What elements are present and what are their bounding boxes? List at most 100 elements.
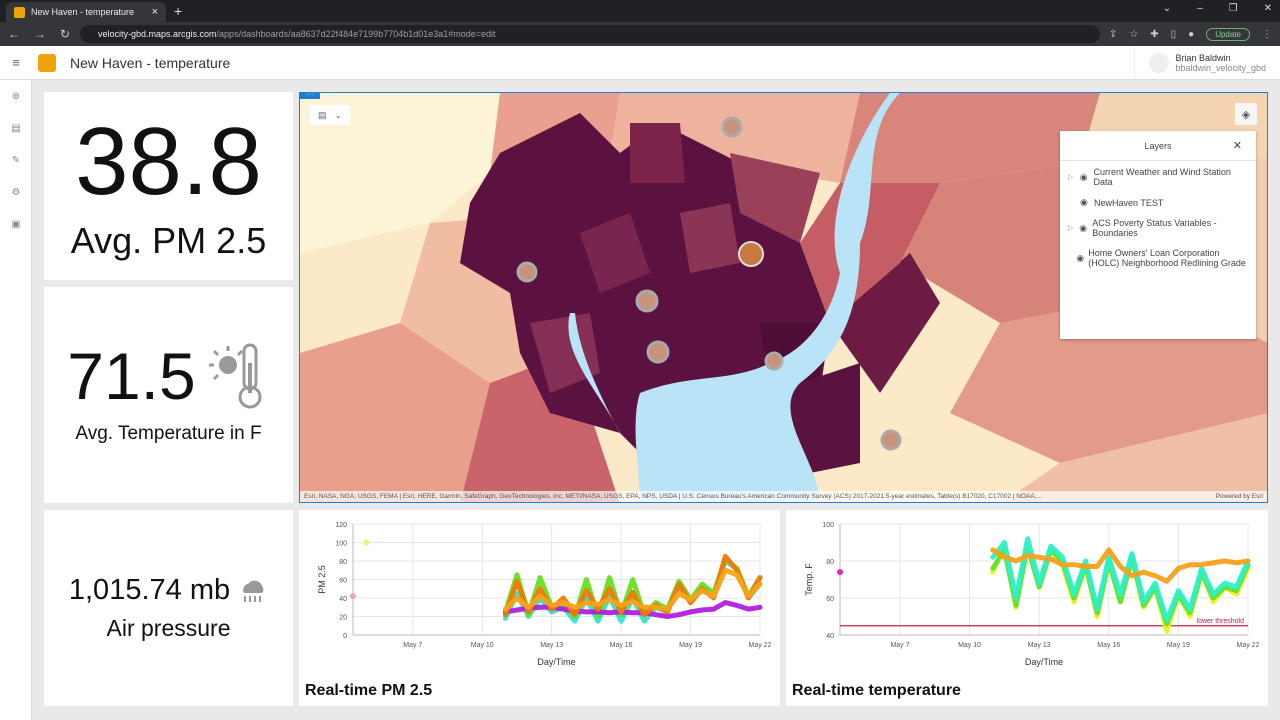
window-controls: ⌄ – ❐ ✕ (1163, 3, 1272, 14)
close-window-icon[interactable]: ✕ (1264, 3, 1272, 14)
url-host: velocity-gbd.maps.arcgis.com (98, 29, 217, 39)
indicator-label: Avg. PM 2.5 (70, 220, 267, 261)
eye-icon[interactable]: ◉ (1080, 197, 1090, 208)
layers-stack-icon[interactable]: ◈ (1235, 103, 1257, 125)
indicator-label: Avg. Temperature in F (75, 423, 262, 444)
chevron-down-icon[interactable]: ⌄ (1163, 3, 1171, 14)
eye-icon[interactable]: ◉ (1080, 172, 1090, 183)
y-tick-label: 120 (335, 522, 347, 529)
close-tab-icon[interactable]: × (152, 6, 158, 18)
chart-title: Real-time PM 2.5 (305, 682, 433, 699)
data-point (837, 569, 843, 576)
indicator-air-pressure: 1,015.74 mb Air pressure (44, 510, 293, 706)
map-legend-dropdown[interactable]: ▤ ⌄ (310, 105, 350, 125)
x-tick-label: May 7 (403, 642, 422, 649)
layers-title: Layers (1144, 140, 1172, 151)
save-icon[interactable]: ▣ (0, 208, 32, 240)
hamburger-menu-icon[interactable]: ≡ (0, 55, 32, 70)
user-handle: bbaldwin_velocity_gbd (1175, 62, 1266, 73)
chevron-down-icon: ⌄ (334, 109, 343, 120)
indicator-temperature: 71.5 Avg. Temperature in F (44, 287, 293, 503)
pm25-chart[interactable]: 0 20 40 60 80 100 120 May 7 May 10 May 13 May 16 Ma… (299, 510, 780, 675)
url-field[interactable]: velocity-gbd.maps.arcgis.com/apps/dashbo… (80, 25, 1100, 43)
layer-item[interactable]: ▷ ◉ Current Weather and Wind Station Data (1060, 161, 1256, 191)
x-tick-label: May 22 (1237, 642, 1260, 649)
indicator-value: 1,015.74 mb (68, 574, 231, 606)
edit-sidebar: ⊕ ▤ ✎ ⚙ ▣ (0, 80, 32, 720)
eye-icon[interactable]: ◉ (1076, 253, 1084, 264)
back-icon[interactable]: ← (8, 27, 20, 41)
expand-icon[interactable]: ▷ (1068, 224, 1075, 232)
y-tick-label: 60 (826, 596, 834, 603)
layer-item[interactable]: ▷ ◉ ACS Poverty Status Variables - Boundar… (1060, 212, 1256, 242)
layer-label: NewHaven TEST (1094, 197, 1164, 208)
share-icon[interactable]: ⇪ (1109, 29, 1117, 40)
update-button[interactable]: Update (1206, 27, 1250, 41)
app-header: ≡ New Haven - temperature Brian Baldwin b… (0, 46, 1280, 80)
x-tick-label: May 19 (679, 642, 702, 649)
avatar (1149, 52, 1170, 73)
y-tick-label: 20 (339, 615, 347, 622)
x-tick-label: May 16 (610, 642, 633, 649)
widget-options-icon[interactable]: ··· (300, 93, 320, 99)
y-tick-label: 80 (339, 559, 347, 566)
powered-by-esri[interactable]: Powered by Esri (1216, 493, 1263, 500)
extensions-icon[interactable]: ✚ (1150, 29, 1158, 40)
threshold-label: lower threshold (1197, 618, 1245, 625)
restore-icon[interactable]: ❐ (1229, 3, 1238, 14)
x-tick-label: May 13 (540, 642, 563, 649)
x-tick-label: May 19 (1167, 642, 1190, 649)
temperature-chart[interactable]: 40 60 80 100 May 7 May 10 May 13 May 16 May 19 Ma… (786, 510, 1268, 675)
reload-icon[interactable]: ↻ (60, 27, 70, 41)
browser-tab[interactable]: New Haven - temperature × (6, 2, 166, 22)
minimize-icon[interactable]: – (1197, 3, 1203, 14)
address-bar: ← → ↻ velocity-gbd.maps.arcgis.com/apps/da… (0, 22, 1280, 46)
map-view[interactable]: ··· ▤ ⌄ ◈ Layers ✕ ▷ ◉ Current Weather and W… (299, 92, 1268, 503)
url-path: /apps/dashboards/aa8637d22f484e7199b7704… (216, 29, 496, 39)
temperature-chart-panel: 40 60 80 100 May 7 May 10 May 13 May 16 May 19 Ma… (786, 510, 1268, 706)
y-tick-label: 80 (826, 559, 834, 566)
y-axis-label: Temp. F (804, 563, 814, 596)
sun-thermometer-icon (208, 343, 262, 409)
layout-icon[interactable]: ▤ (0, 112, 32, 144)
add-element-icon[interactable]: ⊕ (0, 80, 32, 112)
chart-title: Real-time temperature (792, 682, 961, 699)
y-tick-label: 40 (826, 633, 834, 640)
layer-item[interactable]: ◉ NewHaven TEST (1060, 191, 1256, 212)
dashboards-logo (38, 53, 56, 72)
menu-icon[interactable]: ⋮ (1262, 29, 1272, 40)
y-tick-label: 100 (335, 541, 347, 548)
user-menu[interactable]: Brian Baldwin bbaldwin_velocity_gbd (1134, 46, 1280, 79)
x-tick-label: May 13 (1028, 642, 1051, 649)
browser-tab-bar: New Haven - temperature × + ⌄ – ❐ ✕ (0, 0, 1280, 22)
profile-icon[interactable]: ● (1188, 29, 1194, 40)
settings-icon[interactable]: ⚙ (0, 176, 32, 208)
dashboard-title: New Haven - temperature (70, 54, 231, 71)
x-axis-label: Day/Time (1025, 657, 1063, 667)
y-tick-label: 60 (339, 578, 347, 585)
x-axis-label: Day/Time (537, 657, 575, 667)
layer-label: Current Weather and Wind Station Data (1093, 167, 1231, 187)
layer-label: ACS Poverty Status Variables - Boundarie… (1092, 218, 1217, 238)
forward-icon[interactable]: → (34, 27, 46, 41)
y-tick-label: 100 (822, 522, 834, 529)
tab-title: New Haven - temperature (31, 7, 135, 17)
theme-icon[interactable]: ✎ (0, 144, 32, 176)
x-tick-label: May 10 (958, 642, 981, 649)
new-tab-button[interactable]: + (174, 3, 182, 19)
dashboard-favicon-icon (14, 6, 25, 18)
sidebar-icon[interactable]: ▯ (1171, 29, 1177, 40)
map-attribution: Esri, NASA, NGA, USGS, FEMA | Esri, HERE… (300, 491, 1267, 502)
layers-panel: Layers ✕ ▷ ◉ Current Weather and Wind Stati… (1060, 131, 1256, 339)
x-tick-label: May 10 (471, 642, 494, 649)
star-icon[interactable]: ☆ (1129, 29, 1138, 40)
data-point (363, 539, 370, 546)
x-tick-label: May 16 (1097, 642, 1120, 649)
series-line (990, 536, 1251, 623)
y-axis-label: PM 2.5 (317, 565, 327, 594)
close-icon[interactable]: ✕ (1233, 139, 1242, 152)
eye-icon[interactable]: ◉ (1079, 223, 1088, 234)
expand-icon[interactable]: ▷ (1068, 173, 1076, 181)
user-name: Brian Baldwin (1175, 52, 1231, 63)
layer-item[interactable]: ◉ Home Owners' Loan Corporation (HOLC) Ne… (1060, 242, 1256, 272)
